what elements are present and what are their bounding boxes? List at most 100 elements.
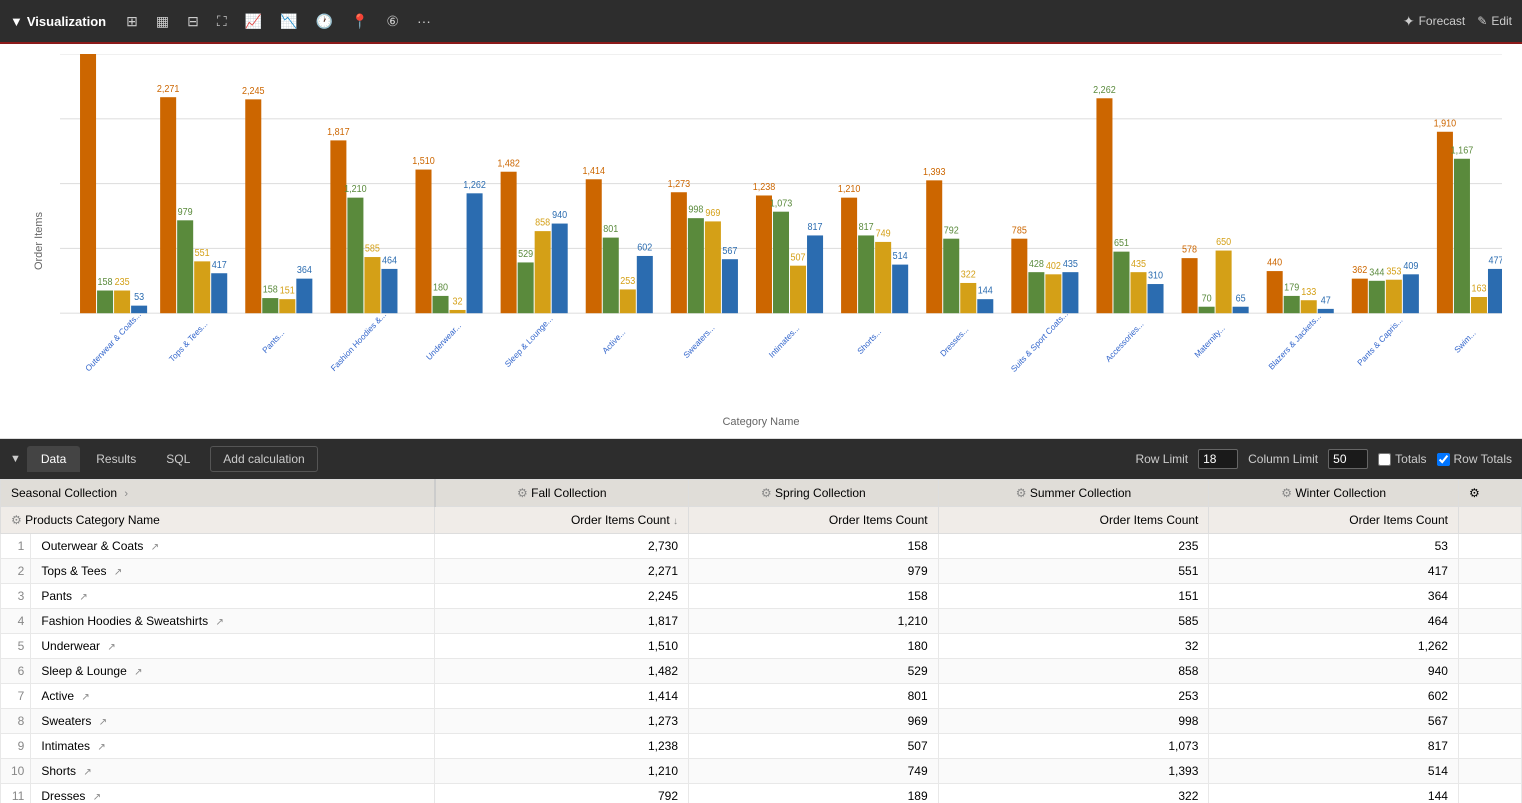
pivot-icon[interactable]: ↗ bbox=[151, 542, 159, 553]
more-button[interactable]: ··· bbox=[411, 9, 437, 33]
svg-text:801: 801 bbox=[603, 224, 618, 234]
svg-text:435: 435 bbox=[1131, 258, 1146, 268]
svg-text:1,414: 1,414 bbox=[582, 166, 605, 176]
svg-text:464: 464 bbox=[382, 255, 397, 265]
summer-value: 998 bbox=[938, 709, 1209, 734]
table-row: 10 Shorts ↗ 1,210 749 1,393 514 bbox=[1, 759, 1522, 784]
pivot-icon[interactable]: ↗ bbox=[107, 642, 115, 653]
svg-text:Suits & Sport Coats...: Suits & Sport Coats... bbox=[1009, 308, 1070, 374]
svg-text:785: 785 bbox=[1012, 225, 1027, 235]
pivot-button[interactable]: ⊟ bbox=[181, 9, 205, 34]
svg-text:969: 969 bbox=[705, 208, 720, 218]
svg-text:158: 158 bbox=[98, 277, 113, 287]
svg-text:2,271: 2,271 bbox=[157, 84, 180, 94]
svg-text:Dresses...: Dresses... bbox=[938, 324, 970, 359]
svg-text:817: 817 bbox=[808, 222, 823, 232]
winter-value: 940 bbox=[1209, 659, 1459, 684]
table-row: 8 Sweaters ↗ 1,273 969 998 567 bbox=[1, 709, 1522, 734]
totals-checkbox[interactable] bbox=[1378, 453, 1391, 466]
svg-text:477: 477 bbox=[1488, 255, 1502, 265]
category-name-cell: Shorts ↗ bbox=[31, 759, 435, 784]
svg-text:53: 53 bbox=[134, 292, 144, 302]
category-name-cell: Active ↗ bbox=[31, 684, 435, 709]
clock-button[interactable]: 🕐 bbox=[310, 9, 339, 34]
category-name-cell: Tops & Tees ↗ bbox=[31, 559, 435, 584]
row-actions bbox=[1458, 684, 1521, 709]
tab-results[interactable]: Results bbox=[82, 446, 150, 472]
spring-value: 158 bbox=[689, 584, 939, 609]
svg-text:650: 650 bbox=[1216, 237, 1231, 247]
dropdown-arrow[interactable]: ▼ bbox=[10, 14, 23, 29]
svg-text:Shorts...: Shorts... bbox=[855, 326, 883, 356]
tab-right-controls: Row Limit Column Limit Totals Row Totals bbox=[1135, 449, 1512, 469]
gear-icon[interactable]: ⚙ bbox=[517, 486, 528, 500]
tab-sql[interactable]: SQL bbox=[152, 446, 204, 472]
pivot-icon[interactable]: ↗ bbox=[114, 567, 122, 578]
grid-view-button[interactable]: ⊞ bbox=[120, 9, 144, 34]
svg-text:144: 144 bbox=[978, 285, 993, 295]
gear-icon-row[interactable]: ⚙ bbox=[11, 513, 22, 527]
spring-value: 801 bbox=[689, 684, 939, 709]
svg-text:Pants & Capris...: Pants & Capris... bbox=[1355, 315, 1404, 368]
svg-text:Swim...: Swim... bbox=[1452, 328, 1477, 355]
svg-text:70: 70 bbox=[1202, 293, 1212, 303]
settings-header[interactable]: ⚙ bbox=[1458, 480, 1521, 507]
pivot-icon[interactable]: ↗ bbox=[97, 742, 105, 753]
row-number: 6 bbox=[1, 659, 31, 684]
fall-value: 2,730 bbox=[435, 534, 689, 559]
category-name-cell: Sleep & Lounge ↗ bbox=[31, 659, 435, 684]
gear-icon-summer[interactable]: ⚙ bbox=[1016, 486, 1027, 500]
data-tabs-bar: ▼ Data Results SQL Add calculation Row L… bbox=[0, 439, 1522, 479]
pivot-icon[interactable]: ↗ bbox=[215, 617, 223, 628]
svg-text:1,273: 1,273 bbox=[668, 179, 691, 189]
add-calculation-button[interactable]: Add calculation bbox=[210, 446, 317, 472]
totals-checkbox-label[interactable]: Totals bbox=[1378, 452, 1426, 466]
number-button[interactable]: ⑥ bbox=[380, 9, 405, 34]
svg-text:409: 409 bbox=[1403, 261, 1418, 271]
pivot-icon[interactable]: ↗ bbox=[99, 717, 107, 728]
line-chart-button[interactable]: 📈 bbox=[239, 9, 268, 34]
row-limit-input[interactable] bbox=[1198, 449, 1238, 469]
svg-text:402: 402 bbox=[1046, 261, 1061, 271]
pivot-icon[interactable]: ↗ bbox=[81, 692, 89, 703]
svg-text:32: 32 bbox=[453, 296, 463, 306]
svg-text:151: 151 bbox=[280, 285, 295, 295]
row-number: 4 bbox=[1, 609, 31, 634]
chart-area: Order Items 0 1,000 2,000 2,730 158 235 … bbox=[0, 44, 1522, 439]
fall-value: 1,273 bbox=[435, 709, 689, 734]
pivot-icon[interactable]: ↗ bbox=[93, 792, 101, 803]
summer-value: 1,393 bbox=[938, 759, 1209, 784]
bar-chart-button[interactable]: ▦ bbox=[150, 9, 175, 34]
winter-value: 602 bbox=[1209, 684, 1459, 709]
gear-icon-spring[interactable]: ⚙ bbox=[761, 486, 772, 500]
gear-icon-winter[interactable]: ⚙ bbox=[1281, 486, 1292, 500]
svg-text:2,262: 2,262 bbox=[1093, 85, 1116, 95]
row-totals-checkbox[interactable] bbox=[1437, 453, 1450, 466]
area-chart-button[interactable]: 📉 bbox=[274, 9, 303, 34]
svg-text:1,482: 1,482 bbox=[497, 158, 520, 168]
svg-text:362: 362 bbox=[1352, 265, 1367, 275]
forecast-button[interactable]: ✦ Forecast bbox=[1403, 13, 1465, 30]
winter-value: 53 bbox=[1209, 534, 1459, 559]
expand-button[interactable]: ⛶ bbox=[211, 9, 233, 34]
pivot-icon[interactable]: ↗ bbox=[134, 667, 142, 678]
spring-value: 1,210 bbox=[689, 609, 939, 634]
row-totals-checkbox-label[interactable]: Row Totals bbox=[1437, 452, 1512, 466]
winter-value: 817 bbox=[1209, 734, 1459, 759]
svg-text:585: 585 bbox=[365, 243, 380, 253]
table-row: 4 Fashion Hoodies & Sweatshirts ↗ 1,817 … bbox=[1, 609, 1522, 634]
pivot-icon[interactable]: ↗ bbox=[79, 592, 87, 603]
sort-desc-icon[interactable]: ↓ bbox=[673, 516, 678, 527]
row-actions bbox=[1458, 534, 1521, 559]
row-number: 8 bbox=[1, 709, 31, 734]
pin-button[interactable]: 📍 bbox=[345, 9, 374, 34]
tab-data[interactable]: Data bbox=[27, 446, 80, 472]
summer-value: 1,073 bbox=[938, 734, 1209, 759]
edit-button[interactable]: ✎ Edit bbox=[1477, 14, 1512, 28]
y-axis-label: Order Items bbox=[33, 212, 45, 270]
col-limit-input[interactable] bbox=[1328, 449, 1368, 469]
pivot-icon[interactable]: ↗ bbox=[83, 767, 91, 778]
row-number: 7 bbox=[1, 684, 31, 709]
data-table: Seasonal Collection › ⚙ Fall Collection … bbox=[0, 479, 1522, 803]
row-actions bbox=[1458, 609, 1521, 634]
